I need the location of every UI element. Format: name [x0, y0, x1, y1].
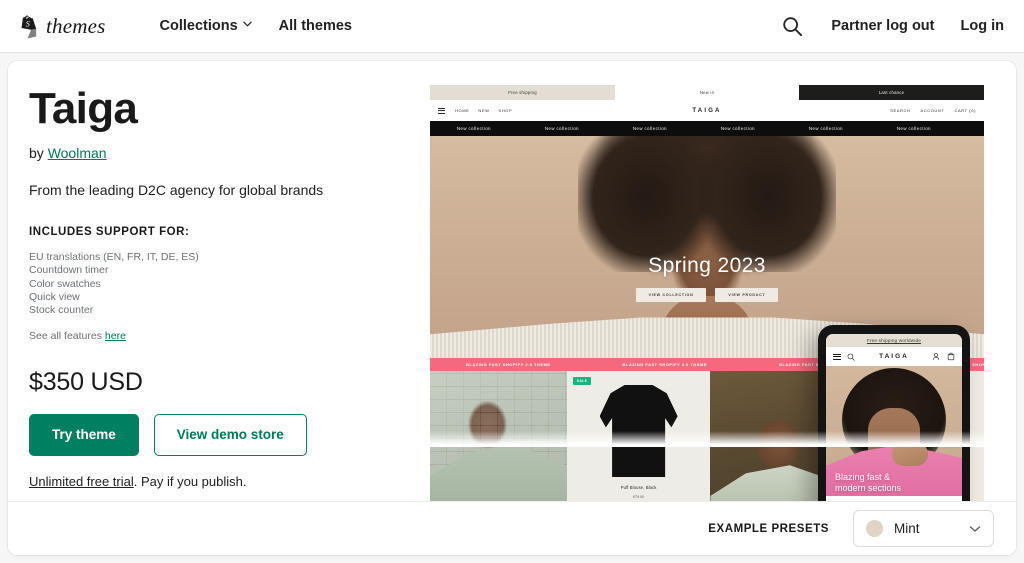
theme-preview[interactable]: Free shipping New in Last chance HOME NE… — [430, 85, 984, 501]
grid-cell-product-card: SALE Puff Blouse, Black €79.00 — [566, 371, 711, 501]
hero-hair-right — [701, 136, 836, 272]
theme-detail-card: Taiga by Woolman From the leading D2C ag… — [8, 61, 1016, 555]
product-image — [599, 385, 678, 477]
mobile-caption-line-1: Blazing fast & — [835, 472, 891, 482]
hero-buttons: VIEW COLLECTION VIEW PRODUCT — [430, 288, 984, 302]
preview-store-utility-nav: SEARCH ACCOUNT CART (0) — [890, 108, 976, 113]
marquee-text: New collection — [958, 126, 984, 131]
page-title: Taiga — [29, 84, 138, 133]
preset-dropdown[interactable]: Mint — [853, 510, 994, 547]
mobile-preview-mockup: Free shipping worldwide TAIGA Blazing fa… — [818, 325, 970, 501]
action-buttons: Try theme View demo store — [29, 413, 399, 456]
chevron-down-icon — [242, 21, 252, 30]
preview-announcement-bar: Free shipping New in Last chance — [430, 85, 984, 100]
preview-utility-cart: CART (0) — [954, 108, 976, 113]
trial-note-rest: . Pay if you publish. — [133, 473, 247, 489]
status-badge: SALE — [572, 377, 592, 385]
hero-hair-left — [578, 136, 713, 272]
list-item: Stock counter — [29, 304, 94, 317]
mobile-model-arm — [892, 442, 928, 466]
try-theme-button[interactable]: Try theme — [29, 413, 139, 456]
nav-label-all-themes: All themes — [278, 18, 353, 34]
theme-price: $350 USD — [29, 367, 143, 396]
author-link[interactable]: Woolman — [48, 145, 107, 161]
search-icon[interactable] — [779, 13, 805, 39]
list-item: EU translations (EN, FR, IT, DE, ES) — [29, 251, 199, 264]
trial-note: Unlimited free trial. Pay if you publish… — [29, 474, 399, 489]
product-title: Puff Blouse, Black — [620, 485, 657, 490]
preview-nav-home: HOME — [455, 108, 470, 113]
marquee-text: New collection — [809, 126, 843, 131]
marquee-text: New collection — [457, 126, 491, 131]
site-header: S themes Collections All themes Partner … — [0, 0, 1024, 53]
shopify-bag-icon: S — [18, 15, 39, 38]
hero-view-collection-button: VIEW COLLECTION — [635, 288, 707, 302]
pink-marquee-text: BLAZING FAST SHOPIFY 2.0 THEME — [466, 362, 551, 367]
marquee-text: New collection — [721, 126, 755, 131]
mobile-store-logo: TAIGA — [879, 353, 909, 360]
announce-last-chance: Last chance — [799, 85, 984, 100]
product-price: €79.00 — [633, 495, 645, 499]
nav-label-collections: Collections — [159, 18, 238, 34]
mobile-announcement-bar: Free shipping worldwide — [826, 334, 962, 347]
marquee-text: New collection — [897, 126, 931, 131]
by-prefix: by — [29, 145, 48, 162]
view-demo-store-button[interactable]: View demo store — [153, 413, 307, 456]
grid-cell-lifestyle-1 — [430, 371, 567, 501]
list-item: Color swatches — [29, 277, 101, 290]
features-heading: INCLUDES SUPPORT FOR: — [29, 226, 190, 239]
preview-store-header: HOME NEW SHOP TAIGA SEARCH ACCOUNT CART … — [430, 100, 984, 121]
unlimited-free-trial-link[interactable]: Unlimited free trial — [29, 474, 134, 489]
announce-new-in: New in — [615, 85, 799, 100]
log-in-link[interactable]: Log in — [961, 18, 1005, 34]
example-presets-label: EXAMPLE PRESETS — [708, 522, 829, 535]
announce-free-shipping: Free shipping — [430, 85, 615, 100]
card-footer: EXAMPLE PRESETS Mint — [8, 501, 1016, 555]
partner-log-out-link[interactable]: Partner log out — [831, 18, 934, 34]
hero-title: Spring 2023 — [648, 254, 766, 277]
marquee-text: New collection — [545, 126, 579, 131]
logo[interactable]: S themes — [18, 14, 106, 39]
nav-item-all-themes[interactable]: All themes — [279, 18, 352, 34]
list-item: Countdown timer — [29, 264, 109, 277]
theme-info-column: Taiga by Woolman From the leading D2C ag… — [29, 84, 399, 489]
mobile-store-header: TAIGA — [826, 347, 962, 366]
hamburger-icon — [438, 107, 445, 114]
see-all-features-link[interactable]: here — [105, 330, 126, 342]
preview-utility-account: ACCOUNT — [920, 108, 945, 113]
logo-text: themes — [46, 13, 106, 38]
marquee-text: New collection — [633, 126, 667, 131]
svg-text:S: S — [26, 19, 30, 28]
preview-store-nav: HOME NEW SHOP — [455, 108, 512, 113]
mobile-hero: Blazing fast & modern sections — [826, 366, 962, 496]
hero-view-product-button: VIEW PRODUCT — [715, 288, 779, 302]
mobile-screen: Free shipping worldwide TAIGA Blazing fa… — [826, 334, 962, 501]
header-actions: Partner log out Log in — [779, 13, 1004, 39]
lifestyle-background — [430, 371, 567, 501]
card-body: Taiga by Woolman From the leading D2C ag… — [8, 61, 1016, 501]
theme-byline: by Woolman — [29, 145, 399, 161]
see-all-prefix: See all features — [29, 329, 105, 342]
main-nav: Collections All themes — [160, 18, 353, 34]
preset-selected-value: Mint — [894, 521, 920, 536]
features-list: EU translations (EN, FR, IT, DE, ES) Cou… — [29, 251, 399, 317]
see-all-features: See all features here — [29, 330, 399, 342]
mobile-caption-line-2: modern sections — [835, 483, 902, 493]
preset-color-swatch — [866, 520, 883, 537]
nav-item-collections[interactable]: Collections — [160, 18, 252, 34]
theme-tagline: From the leading D2C agency for global b… — [29, 182, 324, 199]
preview-nav-shop: SHOP — [498, 108, 513, 113]
pink-marquee-text: BLAZING FAST SHOPIFY 2.0 THEME — [622, 362, 707, 367]
preview-nav-new: NEW — [478, 108, 490, 113]
chevron-down-icon — [969, 525, 981, 533]
list-item: Quick view — [29, 291, 80, 304]
preview-marquee-black: New collection New collection New collec… — [430, 121, 984, 136]
mobile-hero-caption: Blazing fast & modern sections — [835, 472, 901, 494]
preview-utility-search: SEARCH — [890, 108, 911, 113]
